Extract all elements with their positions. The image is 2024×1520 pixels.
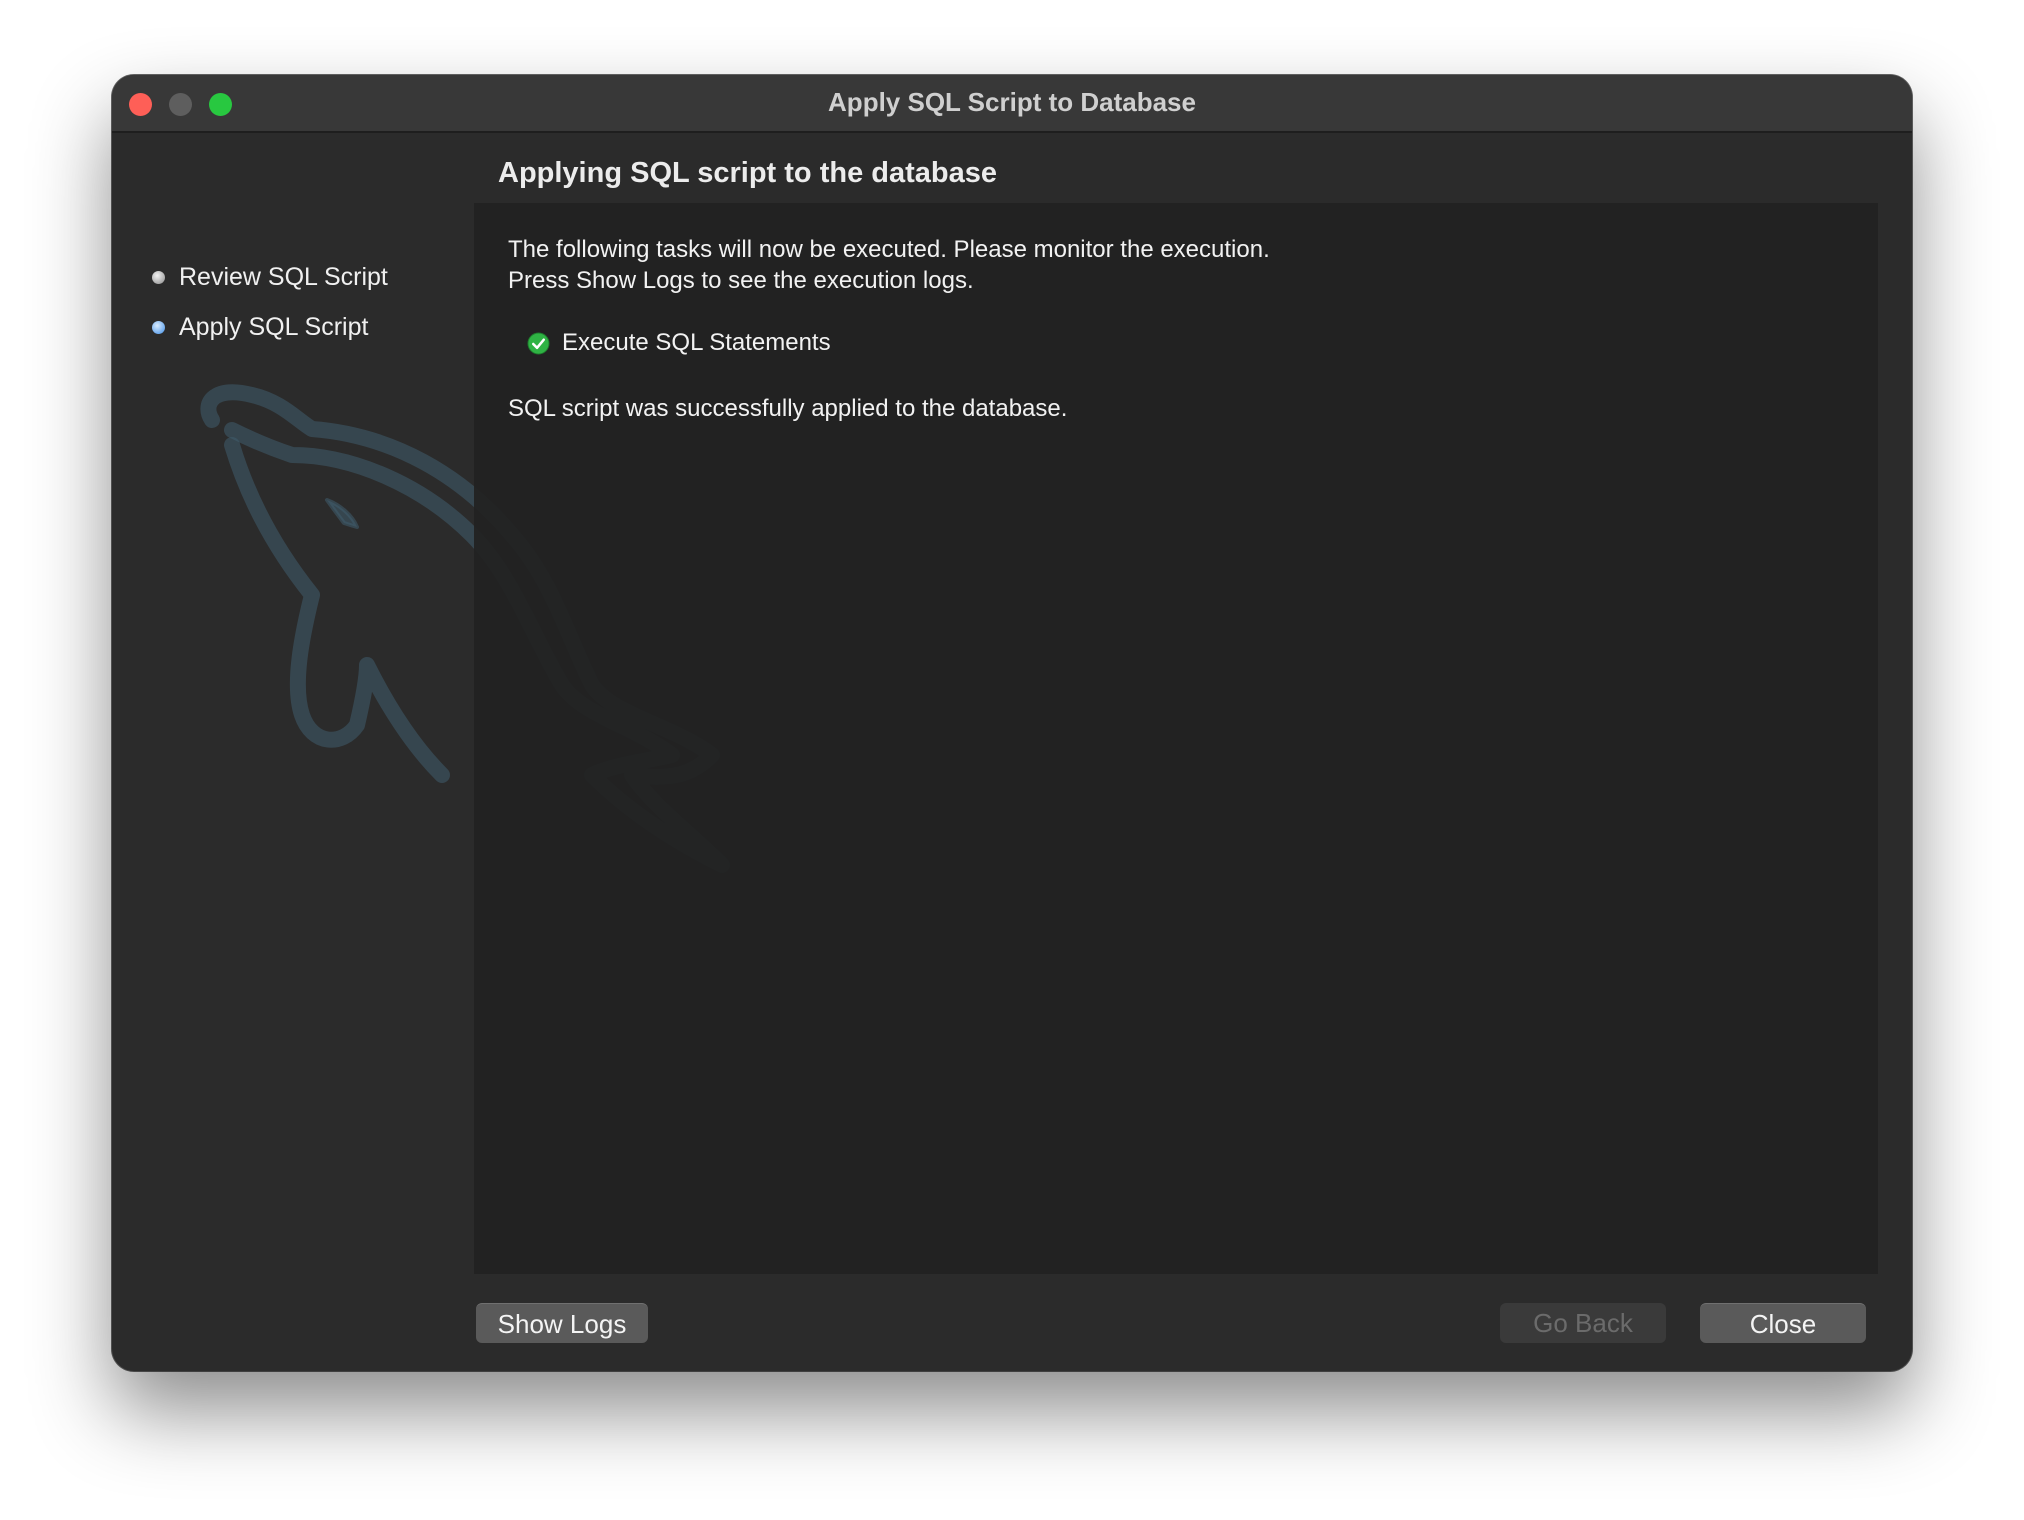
show-logs-button[interactable]: Show Logs	[476, 1303, 648, 1343]
step-apply-sql-script: Apply SQL Script	[152, 313, 368, 342]
dialog-window: Apply SQL Script to Database Review SQL …	[112, 75, 1912, 1371]
step-label: Review SQL Script	[179, 263, 388, 291]
step-completed-dot-icon	[152, 271, 165, 284]
title-bar[interactable]: Apply SQL Script to Database	[112, 75, 1912, 133]
go-back-button[interactable]: Go Back	[1500, 1303, 1666, 1343]
step-review-sql-script: Review SQL Script	[152, 263, 388, 292]
execution-panel: The following tasks will now be executed…	[474, 203, 1878, 1274]
task-label: Execute SQL Statements	[562, 329, 831, 356]
close-button[interactable]: Close	[1700, 1303, 1866, 1343]
step-current-dot-icon	[152, 321, 165, 334]
intro-line: Press Show Logs to see the execution log…	[508, 267, 974, 294]
task-item-execute-sql: Execute SQL Statements	[527, 329, 831, 357]
wizard-steps-sidebar: Review SQL Script Apply SQL Script	[112, 133, 474, 1371]
window-title: Apply SQL Script to Database	[828, 87, 1196, 117]
step-label: Apply SQL Script	[179, 313, 369, 341]
intro-text: The following tasks will now be executed…	[508, 234, 1270, 296]
page-heading: Applying SQL script to the database	[498, 157, 997, 189]
intro-line: The following tasks will now be executed…	[508, 236, 1270, 263]
result-message: SQL script was successfully applied to t…	[508, 395, 1068, 422]
check-circle-icon	[527, 331, 550, 355]
